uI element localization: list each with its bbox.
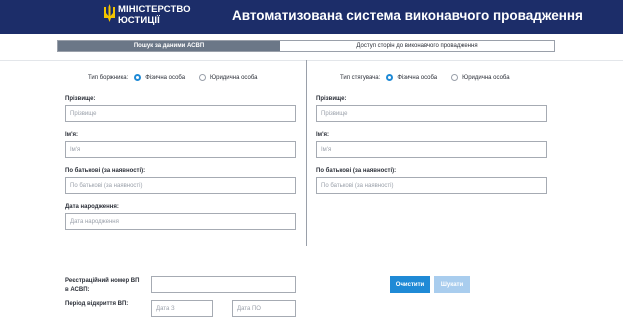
ministry-name: МІНІСТЕРСТВО ЮСТИЦІЇ — [118, 4, 191, 26]
date-to-input[interactable]: Дата ПО — [232, 300, 296, 317]
creditor-type-row: Тип стягувача: Фізична особа Юридична ос… — [340, 74, 524, 81]
reg-number-label-line2: в АСВП: — [65, 287, 90, 293]
reg-number-input[interactable] — [151, 276, 296, 293]
debtor-name-label: Ім'я: — [65, 132, 79, 138]
ministry-name-line1: МІНІСТЕРСТВО — [118, 4, 191, 15]
header-bar: МІНІСТЕРСТВО ЮСТИЦІЇ Автоматизована сист… — [0, 0, 623, 34]
tab-bar: Пошук за даними АСВП Доступ сторін до ви… — [57, 40, 555, 52]
debtor-surname-input[interactable]: Прізвище — [65, 105, 296, 122]
creditor-name-label: Ім'я: — [316, 132, 330, 138]
ministry-name-line2: ЮСТИЦІЇ — [118, 15, 160, 26]
debtor-individual-label[interactable]: Фізична особа — [145, 75, 185, 81]
creditor-individual-radio[interactable] — [386, 74, 394, 81]
reg-number-label-line1: Реєстраційний номер ВП — [65, 278, 140, 284]
section-separator — [0, 60, 623, 61]
debtor-legal-label[interactable]: Юридична особа — [210, 75, 257, 81]
debtor-surname-label: Прізвище: — [65, 96, 96, 102]
debtor-name-input[interactable]: Ім'я — [65, 141, 296, 158]
creditor-individual-label[interactable]: Фізична особа — [397, 75, 437, 81]
ministry-logo[interactable]: МІНІСТЕРСТВО ЮСТИЦІЇ — [104, 3, 190, 31]
debtor-birthdate-input[interactable]: Дата народження — [65, 213, 296, 230]
debtor-legal-radio[interactable] — [199, 74, 207, 81]
debtor-patronymic-input[interactable]: По батькові (за наявності) — [65, 177, 296, 194]
creditor-surname-input[interactable]: Прізвище — [316, 105, 547, 122]
trident-icon — [104, 4, 115, 22]
debtor-type-label: Тип боржника: — [88, 74, 129, 81]
debtor-type-row: Тип боржника: Фізична особа Юридична осо… — [88, 74, 271, 81]
search-button[interactable]: Шукати — [434, 276, 470, 293]
creditor-legal-radio[interactable] — [451, 74, 459, 81]
reg-number-label: Реєстраційний номер ВП в АСВП: — [65, 277, 139, 295]
clear-button[interactable]: Очистити — [390, 276, 430, 293]
creditor-legal-label[interactable]: Юридична особа — [462, 75, 509, 81]
creditor-surname-label: Прізвище: — [316, 96, 347, 102]
creditor-type-label: Тип стягувача: — [340, 74, 381, 81]
debtor-individual-radio[interactable] — [134, 74, 142, 81]
period-label: Період відкриття ВП: — [65, 301, 129, 307]
date-from-input[interactable]: Дата З — [151, 300, 213, 317]
creditor-patronymic-input[interactable]: По батькові (за наявності) — [316, 177, 547, 194]
tab-search-by-asvp[interactable]: Пошук за даними АСВП — [58, 41, 280, 51]
column-divider — [306, 60, 307, 246]
tab-party-access[interactable]: Доступ сторін до виконавчого провадження — [280, 41, 554, 51]
debtor-birthdate-label: Дата народження: — [65, 204, 119, 210]
debtor-patronymic-label: По батькові (за наявності): — [65, 168, 146, 174]
creditor-name-input[interactable]: Ім'я — [316, 141, 547, 158]
creditor-patronymic-label: По батькові (за наявності): — [316, 168, 397, 174]
app-title: Автоматизована система виконавчого прова… — [232, 8, 583, 23]
